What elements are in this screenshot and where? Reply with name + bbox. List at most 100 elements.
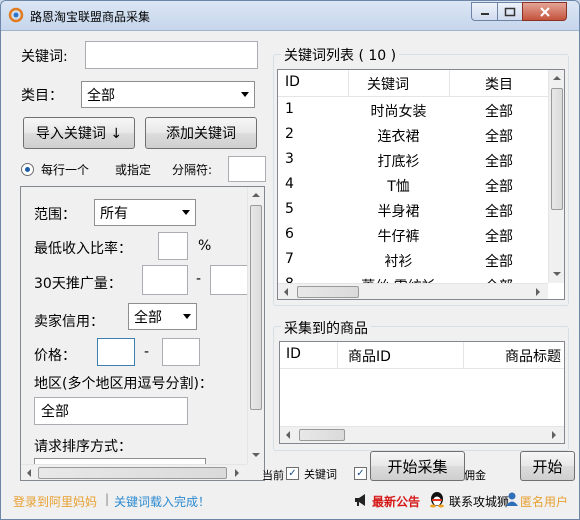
scroll-left-icon[interactable] <box>284 288 288 296</box>
keyword-list-title: 关键词列表 ( 10 ) <box>281 45 400 65</box>
cell-keyword: 衬衫 <box>384 254 413 270</box>
import-keywords-button[interactable]: 导入关键词 ↓ <box>23 117 135 149</box>
cell-keyword: 时尚女装 <box>370 104 427 120</box>
column-header-keyword[interactable]: 关键词 <box>367 74 409 94</box>
filter-horizontal-scrollbar[interactable] <box>21 464 247 480</box>
products-title: 采集到的商品 <box>281 318 371 338</box>
seller-credit-value: 全部 <box>134 310 162 326</box>
keyword-list-header: ID 关键词 类目 <box>278 70 548 97</box>
keyword-input[interactable] <box>85 41 258 69</box>
price-to-input[interactable] <box>162 338 200 366</box>
cell-keyword: 牛仔裤 <box>377 229 420 245</box>
latest-notice-link[interactable]: 最新公告 <box>372 493 420 510</box>
title-bar: 路恩淘宝联盟商品采集 <box>1 1 579 31</box>
keyword-list[interactable]: ID 关键词 类目 1 时尚女装 全部 2 连衣裙 全部 3 打底衫 全部 4 T恤 全部 5 半身裙 全部… <box>277 69 565 300</box>
promo30-from-input[interactable] <box>142 265 188 295</box>
column-header-product-id[interactable]: 商品ID <box>348 346 391 366</box>
scroll-up-icon[interactable] <box>252 193 260 197</box>
filter-panel: 范围： 所有 最低收入比率： % 30天推广量： - 卖家信用： 全部 价格： … <box>20 186 265 481</box>
scrollbar-thumb[interactable] <box>38 467 227 479</box>
megaphone-icon <box>355 494 365 506</box>
table-row[interactable]: 1 时尚女装 全部 <box>278 98 548 123</box>
main-window: 路恩淘宝联盟商品采集 关键词: 类目： 全部 导入关键词 ↓ 添加关键词 每行一… <box>0 0 580 520</box>
table-row[interactable]: 5 半身裙 全部 <box>278 198 548 223</box>
scrollbar-thumb[interactable] <box>297 286 359 298</box>
scroll-right-icon[interactable] <box>235 469 239 477</box>
cell-keyword: 打底衫 <box>377 154 420 170</box>
status-divider: | <box>105 492 110 506</box>
contact-link[interactable]: 联系攻城狮 <box>449 493 509 510</box>
close-button[interactable] <box>522 2 567 21</box>
start-collect-button[interactable]: 开始采集 <box>370 451 465 481</box>
scroll-right-icon[interactable] <box>552 431 556 439</box>
cell-id: 3 <box>285 151 294 167</box>
scroll-up-icon[interactable] <box>553 76 561 80</box>
seller-credit-label: 卖家信用： <box>34 314 104 330</box>
table-row[interactable]: 2 连衣裙 全部 <box>278 123 548 148</box>
scroll-down-icon[interactable] <box>553 272 561 276</box>
price-from-input[interactable] <box>97 338 135 366</box>
per-line-label: 每行一个 <box>41 163 90 177</box>
region-input[interactable] <box>34 397 188 425</box>
category-select[interactable]: 全部 <box>81 81 255 108</box>
cell-keyword: T恤 <box>387 179 410 195</box>
per-line-radio[interactable] <box>21 163 34 176</box>
scrollbar-thumb[interactable] <box>551 88 563 210</box>
scrollbar-thumb[interactable] <box>250 205 262 410</box>
or-specify-label: 或指定 <box>115 163 152 177</box>
separator-label: 分隔符: <box>172 163 213 177</box>
category-label: 类目： <box>21 88 63 104</box>
seller-credit-select[interactable]: 全部 <box>128 303 197 330</box>
cell-category: 全部 <box>485 204 513 220</box>
table-row[interactable]: 4 T恤 全部 <box>278 173 548 198</box>
keyword-list-horizontal-scrollbar[interactable] <box>278 283 548 299</box>
products-horizontal-scrollbar[interactable] <box>280 426 564 443</box>
separator-input[interactable] <box>228 156 266 182</box>
category-select-value: 全部 <box>87 88 115 104</box>
scope-select-value: 所有 <box>100 206 128 222</box>
products-list[interactable]: ID 商品ID 商品标题 <box>279 341 565 444</box>
column-separator <box>449 70 450 97</box>
column-header-id[interactable]: ID <box>285 74 300 90</box>
cell-id: 7 <box>285 251 294 267</box>
commission-checkbox[interactable]: ✓ <box>354 467 367 480</box>
user-icon <box>506 492 518 506</box>
scroll-down-icon[interactable] <box>252 453 260 457</box>
cell-category: 全部 <box>485 179 513 195</box>
maximize-icon <box>504 7 516 16</box>
status-bar: 登录到阿里妈妈 | 关键词载入完成！ 最新公告 联系攻城狮 匿名用户 <box>1 481 579 519</box>
table-row[interactable]: 7 衬衫 全部 <box>278 248 548 273</box>
scrollbar-thumb[interactable] <box>299 429 345 441</box>
scope-select[interactable]: 所有 <box>94 199 196 226</box>
maximize-button[interactable] <box>497 2 523 21</box>
column-header-category[interactable]: 类目 <box>485 74 513 94</box>
sort-label: 请求排序方式： <box>34 439 132 455</box>
scroll-right-icon[interactable] <box>536 288 540 296</box>
min-rate-input[interactable] <box>158 232 188 260</box>
filter-vertical-scrollbar[interactable] <box>247 187 264 464</box>
table-row[interactable]: 3 打底衫 全部 <box>278 148 548 173</box>
minimize-icon <box>480 12 489 15</box>
window-title: 路恩淘宝联盟商品采集 <box>30 10 151 24</box>
cell-category: 全部 <box>485 129 513 145</box>
minimize-button[interactable] <box>471 2 498 21</box>
start-button-right[interactable]: 开始 <box>520 451 575 481</box>
anonymous-user-link[interactable]: 匿名用户 <box>520 493 568 510</box>
keyword-checkbox[interactable]: ✓ <box>286 467 299 480</box>
price-label: 价格： <box>34 348 76 364</box>
login-alimama-link[interactable]: 登录到阿里妈妈 <box>13 493 97 510</box>
cell-id: 1 <box>285 101 294 117</box>
table-row[interactable]: 6 牛仔裤 全部 <box>278 223 548 248</box>
percent-label: % <box>198 238 212 254</box>
keyword-list-vertical-scrollbar[interactable] <box>548 70 564 283</box>
add-keyword-button[interactable]: 添加关键词 <box>145 117 257 149</box>
column-header-id[interactable]: ID <box>286 346 301 362</box>
column-separator <box>348 70 349 97</box>
qq-penguin-icon <box>430 492 444 508</box>
scroll-left-icon[interactable] <box>27 469 31 477</box>
products-list-header: ID 商品ID 商品标题 <box>280 342 564 369</box>
scroll-left-icon[interactable] <box>286 431 290 439</box>
keyword-checkbox-label: 关键词 <box>304 468 337 481</box>
column-header-product-title[interactable]: 商品标题 <box>505 346 561 366</box>
cell-category: 全部 <box>485 254 513 270</box>
